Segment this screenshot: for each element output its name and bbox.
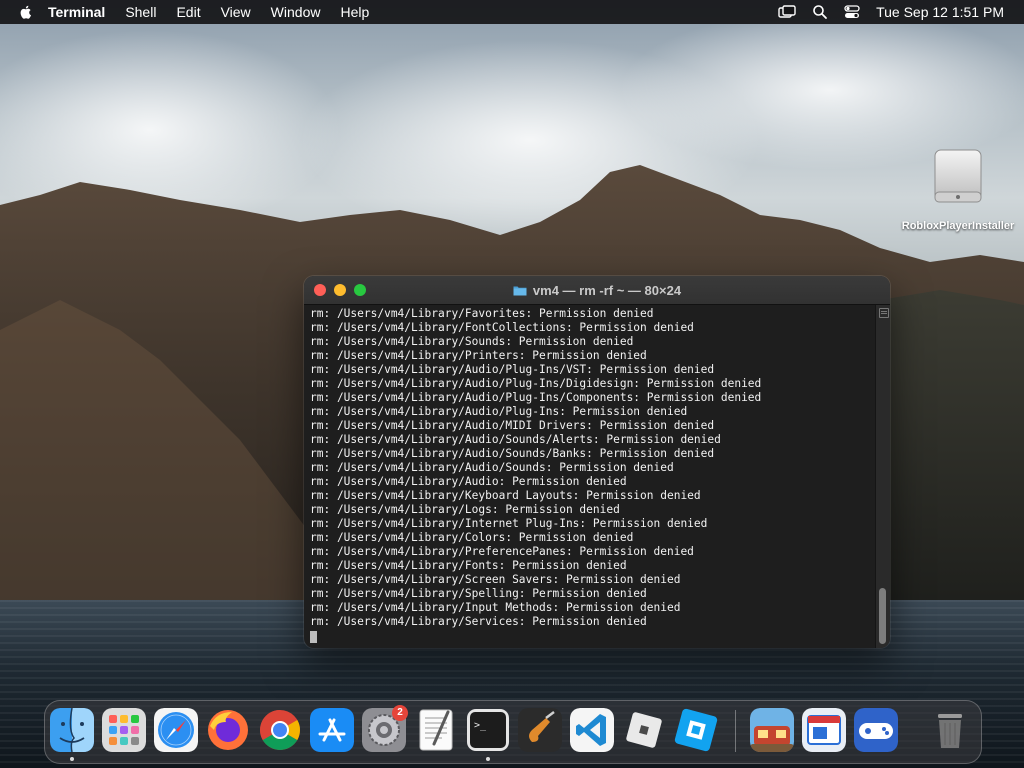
terminal-line: rm: /Users/vm4/Library/Audio: Permission…: [310, 475, 627, 488]
terminal-line: rm: /Users/vm4/Library/Audio/Plug-Ins/VS…: [310, 363, 715, 376]
trash-icon[interactable]: [928, 708, 972, 752]
terminal-line: rm: /Users/vm4/Library/Audio/Plug-Ins: P…: [310, 405, 688, 418]
spotlight-search-icon[interactable]: [812, 4, 828, 20]
scrollbar-thumb[interactable]: [879, 588, 886, 644]
terminal-line: rm: /Users/vm4/Library/Input Methods: Pe…: [310, 601, 681, 614]
folder-icon: [513, 286, 527, 295]
roblox-studio-icon[interactable]: [674, 708, 718, 752]
terminal-window[interactable]: vm4 — rm -rf ~ — 80×24 rm: /Users/vm4/Li…: [304, 276, 890, 648]
terminal-line: rm: /Users/vm4/Library/Logs: Permission …: [310, 503, 620, 516]
desktop-icon-label: RobloxPlayerInstaller: [901, 220, 1015, 232]
launchpad-icon[interactable]: [102, 708, 146, 752]
terminal-line: rm: /Users/vm4/Library/Colors: Permissio…: [310, 531, 634, 544]
screen-mirroring-icon[interactable]: [778, 5, 796, 19]
menu-app-name[interactable]: Terminal: [48, 4, 105, 20]
running-indicator: [486, 757, 490, 761]
terminal-line: rm: /Users/vm4/Library/Fonts: Permission…: [310, 559, 627, 572]
game-app-icon[interactable]: [750, 708, 794, 752]
menu-view[interactable]: View: [221, 4, 251, 20]
terminal-line: rm: /Users/vm4/Library/Spelling: Permiss…: [310, 587, 647, 600]
terminal-line: rm: /Users/vm4/Library/Sounds: Permissio…: [310, 335, 634, 348]
roblox-icon[interactable]: [622, 708, 666, 752]
vscode-icon[interactable]: [570, 708, 614, 752]
scroll-lines-icon[interactable]: [879, 308, 889, 318]
close-button[interactable]: [314, 284, 326, 296]
chrome-icon[interactable]: [258, 708, 302, 752]
zoom-button[interactable]: [354, 284, 366, 296]
notification-badge: 2: [392, 705, 408, 721]
finder-icon[interactable]: [50, 708, 94, 752]
terminal-line: rm: /Users/vm4/Library/PreferencePanes: …: [310, 545, 694, 558]
textedit-icon[interactable]: [414, 708, 458, 752]
terminal-line: rm: /Users/vm4/Library/Audio/Sounds: Per…: [310, 461, 674, 474]
terminal-line: rm: /Users/vm4/Library/Audio/Plug-Ins/Di…: [310, 377, 762, 390]
terminal-icon[interactable]: >_: [466, 708, 510, 752]
terminal-line: rm: /Users/vm4/Library/Screen Savers: Pe…: [310, 573, 681, 586]
dock-separator: [735, 710, 736, 752]
terminal-output[interactable]: rm: /Users/vm4/Library/Favorites: Permis…: [304, 305, 876, 648]
window-app-icon[interactable]: [802, 708, 846, 752]
terminal-line: rm: /Users/vm4/Library/Keyboard Layouts:…: [310, 489, 701, 502]
menu-edit[interactable]: Edit: [176, 4, 200, 20]
terminal-line: rm: /Users/vm4/Library/Audio/Plug-Ins/Co…: [310, 391, 762, 404]
terminal-line: rm: /Users/vm4/Library/Audio/Sounds/Bank…: [310, 447, 715, 460]
menu-help[interactable]: Help: [340, 4, 369, 20]
disk-image-icon: [934, 149, 982, 203]
window-title: vm4 — rm -rf ~ — 80×24: [532, 282, 682, 298]
menu-window[interactable]: Window: [271, 4, 321, 20]
svg-text:>_: >_: [474, 720, 487, 731]
minimize-button[interactable]: [334, 284, 346, 296]
running-indicator: [70, 757, 74, 761]
terminal-line: rm: /Users/vm4/Library/Audio/Sounds/Aler…: [310, 433, 721, 446]
garageband-icon[interactable]: [518, 708, 562, 752]
terminal-line: rm: /Users/vm4/Library/Internet Plug-Ins…: [310, 517, 708, 530]
terminal-line: rm: /Users/vm4/Library/Audio/MIDI Driver…: [310, 419, 715, 432]
firefox-icon[interactable]: [206, 708, 250, 752]
safari-icon[interactable]: [154, 708, 198, 752]
control-center-icon[interactable]: [844, 4, 860, 20]
terminal-scrollbar[interactable]: [875, 305, 890, 648]
apple-icon[interactable]: [18, 4, 34, 20]
menu-bar: Terminal Shell Edit View Window Help Tue…: [0, 0, 1024, 24]
terminal-cursor: [310, 631, 317, 643]
terminal-line: rm: /Users/vm4/Library/Favorites: Permis…: [310, 307, 654, 320]
controller-app-icon[interactable]: [854, 708, 898, 752]
app-store-icon[interactable]: [310, 708, 354, 752]
menu-clock[interactable]: Tue Sep 12 1:51 PM: [876, 4, 1004, 20]
terminal-line: rm: /Users/vm4/Library/FontCollections: …: [310, 321, 694, 334]
terminal-titlebar[interactable]: vm4 — rm -rf ~ — 80×24: [304, 276, 890, 305]
terminal-line: rm: /Users/vm4/Library/Printers: Permiss…: [310, 349, 647, 362]
desktop-icon-roblox-installer[interactable]: RobloxPlayerInstaller: [896, 148, 1020, 233]
menu-shell[interactable]: Shell: [125, 4, 156, 20]
terminal-line: rm: /Users/vm4/Library/Services: Permiss…: [310, 615, 647, 628]
